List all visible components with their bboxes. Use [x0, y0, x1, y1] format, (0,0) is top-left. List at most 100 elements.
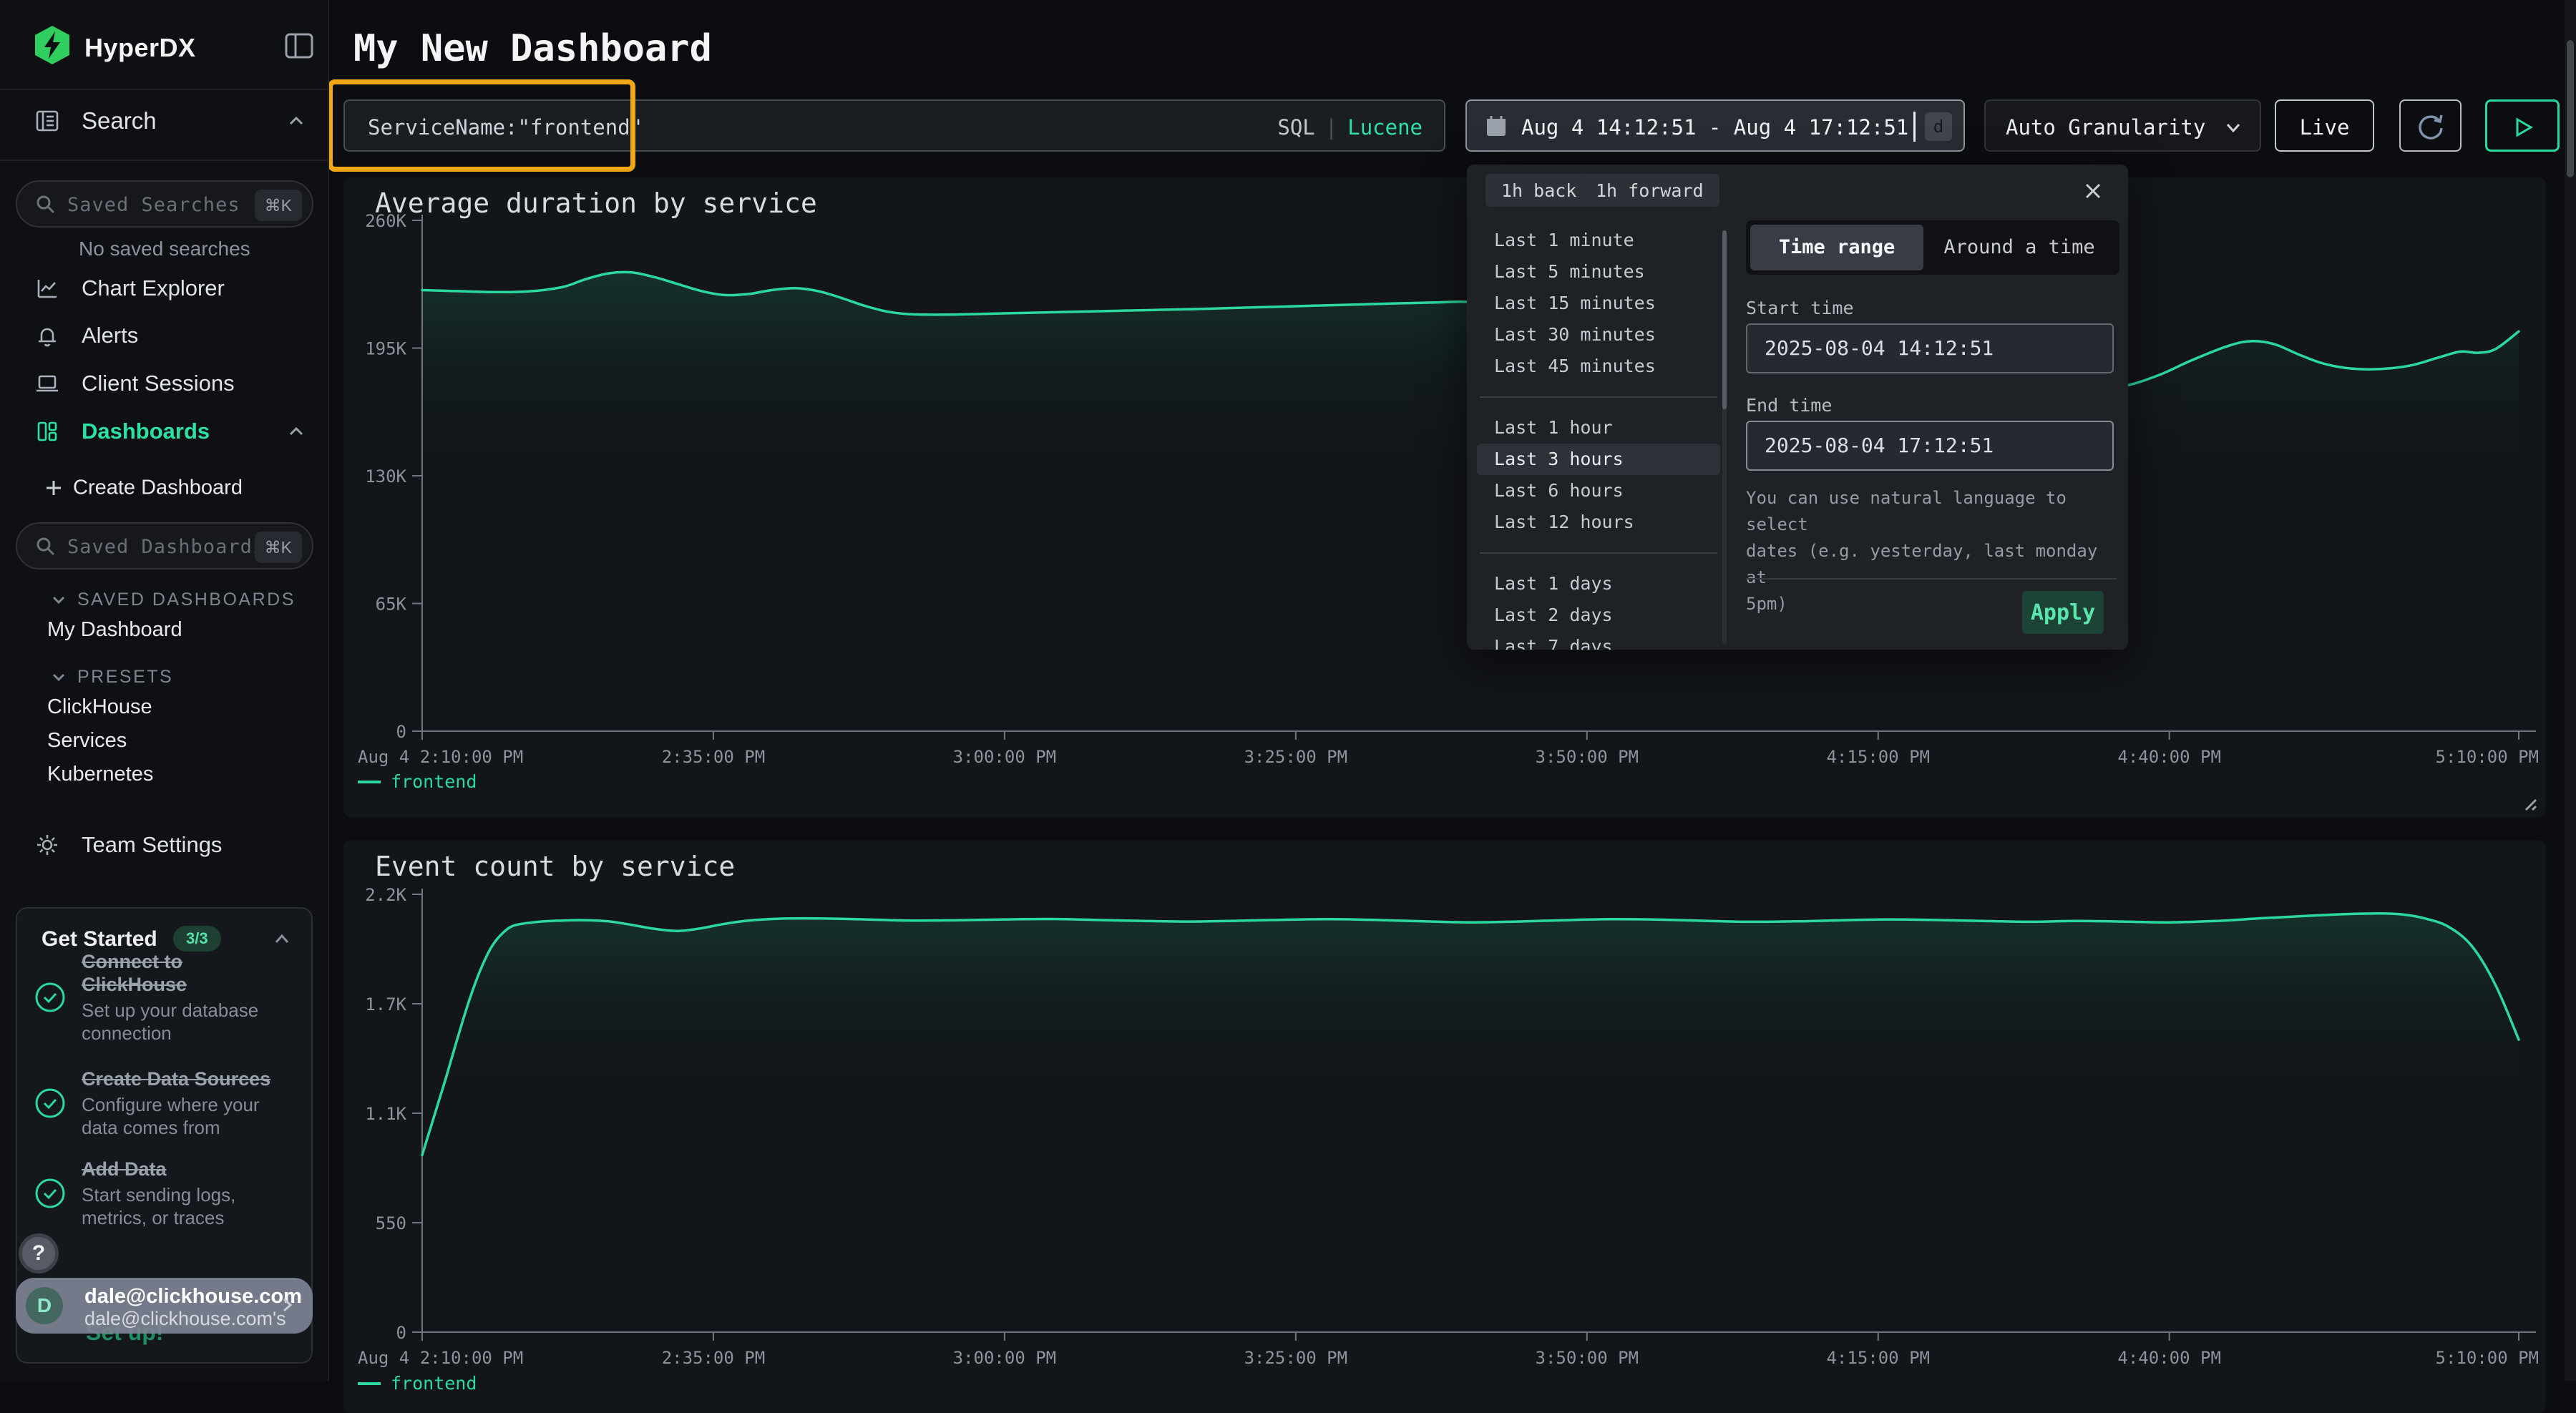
- checklist-item[interactable]: Add Data Start sending logs, metrics, or…: [34, 1158, 306, 1229]
- search-query-value: ServiceName:"frontend": [368, 115, 643, 140]
- refresh-button[interactable]: [2399, 99, 2462, 152]
- sidebar-item-search[interactable]: Search: [0, 97, 328, 145]
- dashboards-icon: [34, 419, 60, 444]
- chart-legend[interactable]: frontend: [358, 1373, 477, 1394]
- sidebar-item-services[interactable]: Services: [47, 729, 127, 753]
- lucene-toggle[interactable]: Lucene: [1347, 115, 1423, 140]
- svg-text:550: 550: [376, 1213, 406, 1233]
- shortcut-badge: ⌘K: [255, 190, 302, 221]
- chevron-up-icon[interactable]: [286, 111, 306, 131]
- sidebar-item-team-settings[interactable]: Team Settings: [0, 821, 328, 869]
- sidebar-item-label: Alerts: [82, 323, 138, 348]
- end-time-input[interactable]: 2025-08-04 17:12:51: [1746, 421, 2114, 471]
- tab-around-a-time[interactable]: Around a time: [1923, 225, 2115, 270]
- quick-range-option[interactable]: Last 3 hours: [1477, 444, 1720, 475]
- chevron-up-icon[interactable]: [286, 421, 306, 441]
- sidebar-item-dashboards[interactable]: Dashboards: [0, 408, 328, 455]
- quick-range-option[interactable]: Last 2 days: [1477, 600, 1720, 631]
- play-button[interactable]: [2485, 99, 2560, 152]
- create-dashboard-button[interactable]: Create Dashboard: [0, 469, 328, 507]
- sidebar-item-alerts[interactable]: Alerts: [0, 312, 328, 359]
- plus-icon: [43, 477, 64, 499]
- quick-range-option[interactable]: Last 1 minute: [1477, 225, 1720, 256]
- svg-text:4:40:00 PM: 4:40:00 PM: [2117, 1348, 2221, 1368]
- end-time-label: End time: [1746, 395, 1832, 416]
- shift-back-button[interactable]: 1h back: [1485, 174, 1592, 207]
- line-chart-event-count[interactable]: 05501.1K1.7K2.2KAug 4 2:10:00 PM2:35:00 …: [343, 841, 2546, 1413]
- line-chart-avg-duration[interactable]: 065K130K195K260KAug 4 2:10:00 PM2:35:00 …: [343, 177, 2546, 817]
- scrollbar-thumb[interactable]: [2567, 40, 2574, 177]
- svg-text:260K: 260K: [365, 211, 406, 231]
- legend-label: frontend: [391, 771, 477, 792]
- page-scrollbar[interactable]: [2565, 0, 2576, 1381]
- shift-forward-button[interactable]: 1h forward: [1580, 174, 1719, 207]
- scrollbar-thumb[interactable]: [1722, 230, 1727, 409]
- saved-dashboards-section-header[interactable]: SAVED DASHBOARDS: [0, 585, 328, 614]
- quick-range-option[interactable]: Last 45 minutes: [1477, 351, 1720, 382]
- sidebar-item-label: Team Settings: [82, 832, 222, 858]
- check-circle-icon: [34, 1087, 66, 1119]
- checklist-item[interactable]: Create Data Sources Configure where your…: [34, 1067, 306, 1139]
- tab-time-range[interactable]: Time range: [1750, 225, 1923, 270]
- sidebar-item-my-dashboard[interactable]: My Dashboard: [47, 618, 182, 642]
- no-saved-searches-text: No saved searches: [79, 238, 250, 260]
- chart-legend[interactable]: frontend: [358, 771, 477, 792]
- svg-text:2:35:00 PM: 2:35:00 PM: [662, 1348, 766, 1368]
- sidebar-item-chart-explorer[interactable]: Chart Explorer: [0, 265, 328, 312]
- time-range-input[interactable]: Aug 4 14:12:51 - Aug 4 17:12:51 d: [1465, 99, 1965, 152]
- chevron-up-icon[interactable]: [273, 930, 291, 949]
- svg-text:Aug 4 2:10:00 PM: Aug 4 2:10:00 PM: [358, 747, 523, 767]
- shortcut-badge: ⌘K: [255, 532, 302, 563]
- hyperdx-logo-icon[interactable]: [31, 24, 73, 66]
- sql-toggle[interactable]: SQL: [1277, 115, 1314, 140]
- saved-dashboards-placeholder: Saved Dashboards: [67, 536, 265, 558]
- granularity-select[interactable]: Auto Granularity: [1984, 99, 2261, 152]
- svg-text:3:50:00 PM: 3:50:00 PM: [1536, 1348, 1639, 1368]
- quick-range-option[interactable]: Last 30 minutes: [1477, 319, 1720, 351]
- quick-range-option[interactable]: Last 1 days: [1477, 568, 1720, 600]
- quick-range-list: Last 1 minuteLast 5 minutesLast 15 minut…: [1477, 225, 1720, 650]
- time-picker-popup: 1h back 1h forward Last 1 minuteLast 5 m…: [1467, 165, 2128, 650]
- search-query-input[interactable]: ServiceName:"frontend" SQL|Lucene: [343, 99, 1445, 152]
- logo-row: HyperDX: [0, 0, 328, 89]
- avatar: D: [26, 1287, 63, 1324]
- live-button[interactable]: Live: [2275, 99, 2374, 152]
- help-button[interactable]: ?: [19, 1233, 59, 1273]
- page-title: My New Dashboard: [353, 27, 712, 70]
- chevron-down-icon: [50, 591, 67, 608]
- chart-tile-event-count: Event count by service 05501.1K1.7K2.2KA…: [343, 841, 2546, 1413]
- sidebar-item-kubernetes[interactable]: Kubernetes: [47, 763, 153, 786]
- quick-range-option[interactable]: Last 7 days: [1477, 631, 1720, 650]
- quick-range-option[interactable]: Last 12 hours: [1477, 507, 1720, 538]
- sidebar-collapse-icon[interactable]: [282, 29, 316, 63]
- search-icon: [34, 535, 57, 558]
- quick-range-option[interactable]: Last 15 minutes: [1477, 288, 1720, 319]
- quick-range-option[interactable]: Last 1 hour: [1477, 412, 1720, 444]
- granularity-value: Auto Granularity: [2006, 115, 2205, 140]
- sidebar-item-label: Chart Explorer: [82, 275, 225, 301]
- quick-range-option[interactable]: Last 6 hours: [1477, 475, 1720, 507]
- chart-explorer-icon: [34, 275, 60, 301]
- sidebar-item-clickhouse[interactable]: ClickHouse: [47, 695, 152, 719]
- sidebar: HyperDX Search Saved Searches ⌘K No save…: [0, 0, 329, 1381]
- presets-section-header[interactable]: PRESETS: [0, 663, 328, 691]
- chevron-right-icon: [277, 1295, 297, 1315]
- user-account-chip[interactable]: D dale@clickhouse.com dale@clickhouse.co…: [16, 1278, 313, 1334]
- checklist-item-desc: Set up your database connection: [82, 999, 282, 1045]
- chart-tile-avg-duration: Average duration by service 065K130K195K…: [343, 177, 2546, 817]
- quick-range-option[interactable]: Last 5 minutes: [1477, 256, 1720, 288]
- sidebar-item-label: Search: [82, 107, 157, 135]
- svg-text:Aug 4 2:10:00 PM: Aug 4 2:10:00 PM: [358, 1348, 523, 1368]
- apply-button[interactable]: Apply: [2022, 591, 2104, 634]
- start-time-input[interactable]: 2025-08-04 14:12:51: [1746, 323, 2114, 373]
- get-started-progress-badge: 3/3: [173, 926, 221, 952]
- saved-dashboards-input[interactable]: Saved Dashboards ⌘K: [16, 522, 313, 569]
- resize-handle-icon[interactable]: [2519, 793, 2537, 811]
- svg-text:4:40:00 PM: 4:40:00 PM: [2117, 747, 2221, 767]
- svg-text:1.1K: 1.1K: [365, 1104, 406, 1124]
- saved-searches-input[interactable]: Saved Searches ⌘K: [16, 180, 313, 228]
- checklist-item[interactable]: Connect to ClickHouse Set up your databa…: [34, 950, 306, 1045]
- sidebar-item-client-sessions[interactable]: Client Sessions: [0, 360, 328, 407]
- play-icon: [2511, 115, 2535, 140]
- popup-scrollbar[interactable]: [1722, 230, 1727, 644]
